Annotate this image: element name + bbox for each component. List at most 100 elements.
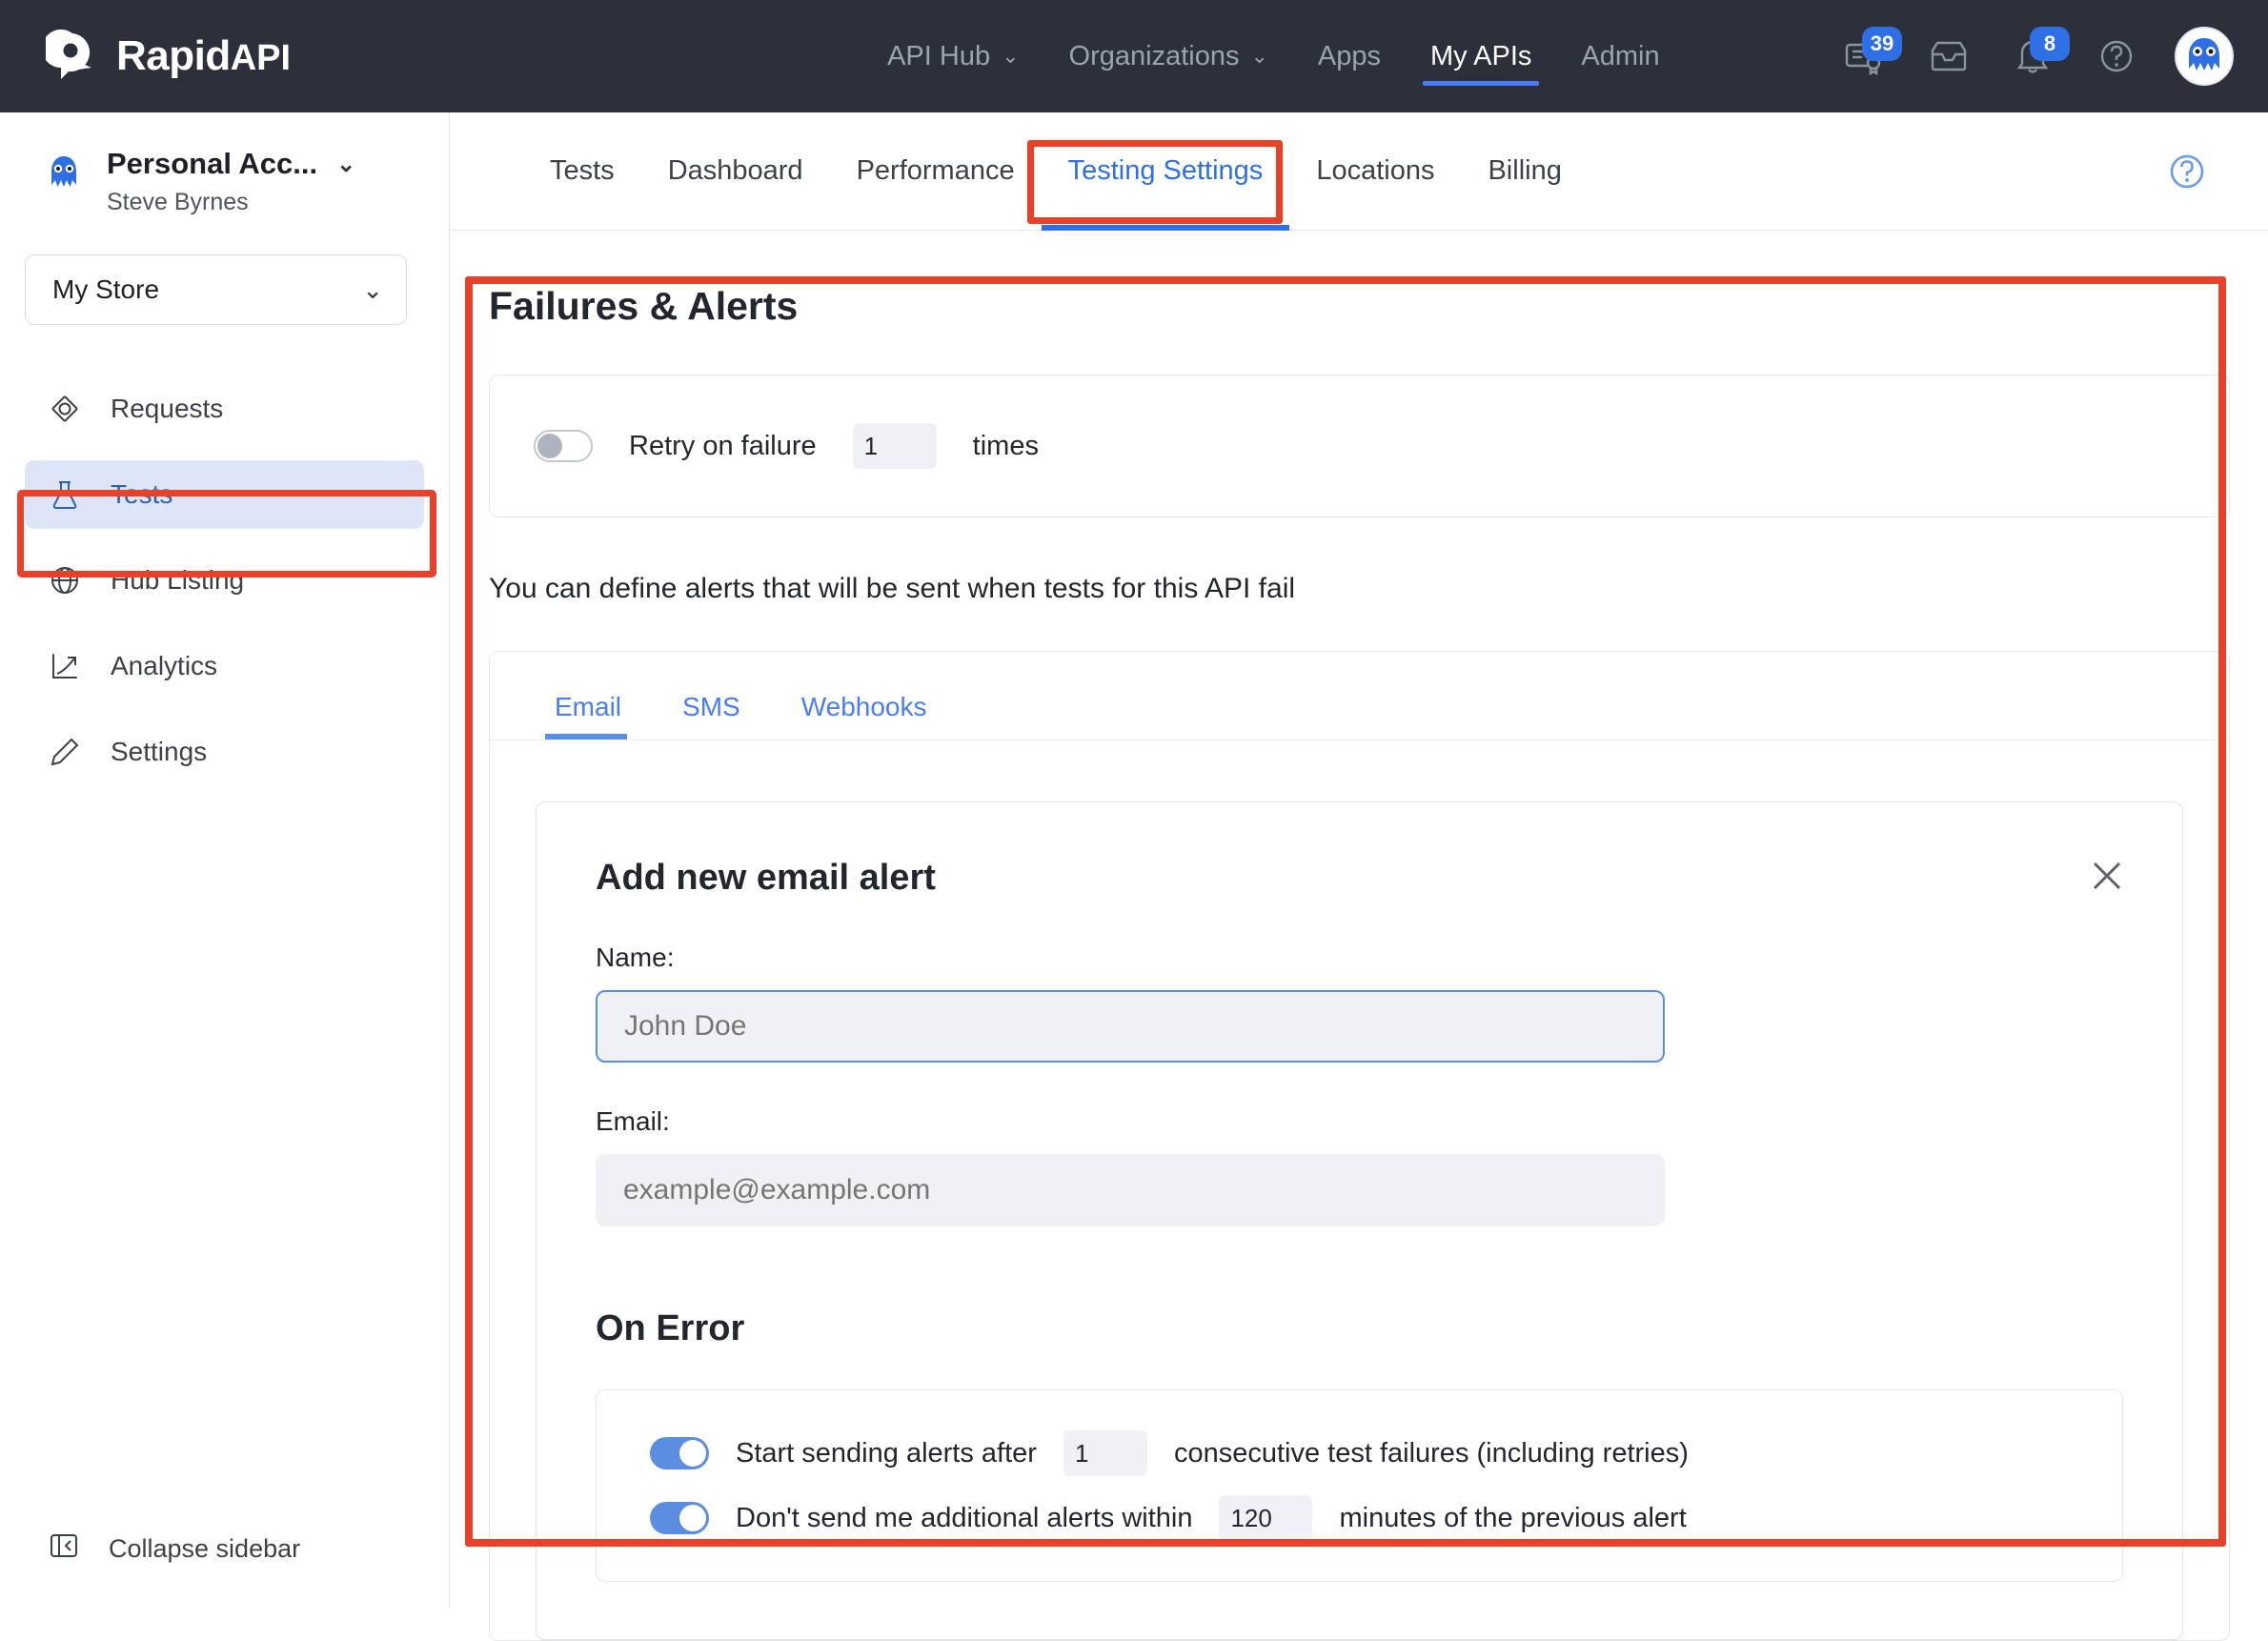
collapse-sidebar-button[interactable]: Collapse sidebar [48,1530,300,1569]
testing-settings-content: Failures & Alerts Retry on failure times… [451,231,2268,1641]
sidebar-item-label: Requests [111,394,224,423]
alert-tab-webhooks[interactable]: Webhooks [792,692,941,739]
topnav-label: Apps [1317,40,1382,71]
on-error-title: On Error [596,1308,745,1348]
chart-line-icon [48,649,82,683]
brand-logo[interactable]: RapidAPI [41,30,292,83]
certificate-icon[interactable]: 39 [1839,27,1902,82]
bell-icon[interactable]: 8 [2007,27,2070,82]
top-bar-icons: 39 8 [1839,0,2234,112]
tab-label: Dashboard [667,155,803,186]
sidebar: Personal Acc... ⌄ Steve Byrnes My Store … [0,112,450,1609]
retry-card: Retry on failure times [489,375,2230,517]
topnav-label: Organizations [1068,40,1240,71]
tab-billing[interactable]: Billing [1461,112,1588,231]
tab-testing-settings[interactable]: Testing Settings [1041,112,1290,231]
sidebar-item-label: Hub Listing [111,565,245,595]
alert-tab-sms[interactable]: SMS [673,692,754,739]
alert-tab-label: Webhooks [800,692,927,721]
chevron-down-icon: ⌄ [1002,44,1020,68]
topnav-label: API Hub [887,40,991,71]
retry-times-input[interactable] [852,423,937,469]
retry-on-failure-toggle[interactable] [534,430,593,462]
globe-icon [48,563,82,598]
alert-tab-label: Email [555,692,622,721]
account-name: Personal Acc... [107,147,318,180]
topnav-item-apps[interactable]: Apps [1293,0,1406,112]
topnav-item-api-hub[interactable]: API Hub ⌄ [862,0,1043,112]
sidebar-nav: Requests Tests Hub Listing Analytics Set… [0,375,449,786]
topnav-item-my-apis[interactable]: My APIs [1406,0,1556,112]
tab-label: Locations [1316,155,1435,186]
store-select[interactable]: My Store ⌄ [25,254,407,325]
sidebar-item-label: Analytics [111,651,218,680]
close-icon[interactable] [2087,856,2127,896]
alerts-card: Email SMS Webhooks Add new email alert N… [489,651,2230,1641]
certificate-badge: 39 [1862,27,1902,61]
sidebar-item-analytics[interactable]: Analytics [25,632,424,700]
top-navigation-bar: RapidAPI API Hub ⌄ Organizations ⌄ Apps … [0,0,2268,112]
account-name-row: Personal Acc... ⌄ [107,147,355,181]
sidebar-item-hub-listing[interactable]: Hub Listing [25,546,424,615]
flask-icon [48,477,82,512]
rule-toggle-consecutive-failures[interactable] [650,1437,709,1469]
account-switcher[interactable]: Personal Acc... ⌄ Steve Byrnes [0,112,449,216]
sidebar-item-label: Tests [111,479,173,509]
tab-label: Billing [1488,155,1562,186]
inbox-icon[interactable] [1923,30,1974,82]
tab-dashboard[interactable]: Dashboard [641,112,830,231]
alert-tab-email[interactable]: Email [545,692,635,739]
tab-label: Testing Settings [1067,155,1264,186]
top-nav-links: API Hub ⌄ Organizations ⌄ Apps My APIs A… [862,0,1684,112]
add-email-alert-panel: Add new email alert Name: Email: On Erro… [536,801,2183,1640]
tab-label: Performance [856,155,1015,186]
retry-label-before: Retry on failure [629,430,817,461]
topnav-item-admin[interactable]: Admin [1556,0,1684,112]
retry-on-failure-row: Retry on failure times [490,375,2229,517]
topnav-item-organizations[interactable]: Organizations ⌄ [1044,0,1293,112]
rapidapi-logo-icon [41,30,99,83]
rule-toggle-alert-interval[interactable] [650,1502,709,1534]
account-user: Steve Byrnes [107,189,249,215]
email-field-label: Email: [596,1106,670,1136]
name-field-label: Name: [596,942,675,972]
rule-row-alert-interval: Don't send me additional alerts within m… [650,1495,2122,1541]
page-title: Failures & Alerts [489,284,799,328]
retry-label-after: times [972,430,1039,461]
rule-label-before: Don't send me additional alerts within [736,1502,1193,1533]
alert-interval-minutes-input[interactable] [1219,1495,1313,1541]
alert-tab-label: SMS [682,692,740,721]
target-icon [48,392,82,426]
alert-channel-tabs: Email SMS Webhooks [490,652,2229,740]
rule-label-after: consecutive test failures (including ret… [1173,1437,1689,1469]
chevron-down-icon: ⌄ [1250,44,1268,68]
tab-tests[interactable]: Tests [523,112,641,231]
bell-badge: 8 [2030,27,2070,61]
sidebar-item-tests[interactable]: Tests [25,460,424,529]
user-avatar-icon[interactable] [2175,27,2234,86]
tab-performance[interactable]: Performance [830,112,1042,231]
main-tab-bar: Tests Dashboard Performance Testing Sett… [451,112,2268,231]
sidebar-item-requests[interactable]: Requests [25,375,424,443]
help-circle-icon[interactable] [2165,150,2209,193]
tab-locations[interactable]: Locations [1289,112,1461,231]
brand-name: RapidAPI [116,32,292,79]
store-select-value: My Store [52,274,160,304]
collapse-sidebar-label: Collapse sidebar [109,1534,301,1563]
topnav-label: My APIs [1430,40,1532,71]
sidebar-item-settings[interactable]: Settings [25,718,424,786]
octopus-avatar-icon [42,152,86,196]
help-circle-icon[interactable] [2091,30,2142,82]
alerts-description: You can define alerts that will be sent … [489,573,1296,604]
rule-label-after: minutes of the previous alert [1339,1502,1687,1533]
chevron-down-icon[interactable]: ⌄ [336,151,355,178]
main-content: Tests Dashboard Performance Testing Sett… [451,112,2268,1641]
on-error-rules-box: Start sending alerts after consecutive t… [596,1389,2123,1582]
consecutive-failures-input[interactable] [1063,1430,1147,1476]
topnav-label: Admin [1581,40,1660,71]
panel-collapse-icon [48,1530,80,1569]
name-input[interactable] [596,990,1665,1063]
email-input[interactable] [596,1154,1665,1226]
panel-title: Add new email alert [596,858,936,898]
pencil-icon [48,735,82,769]
